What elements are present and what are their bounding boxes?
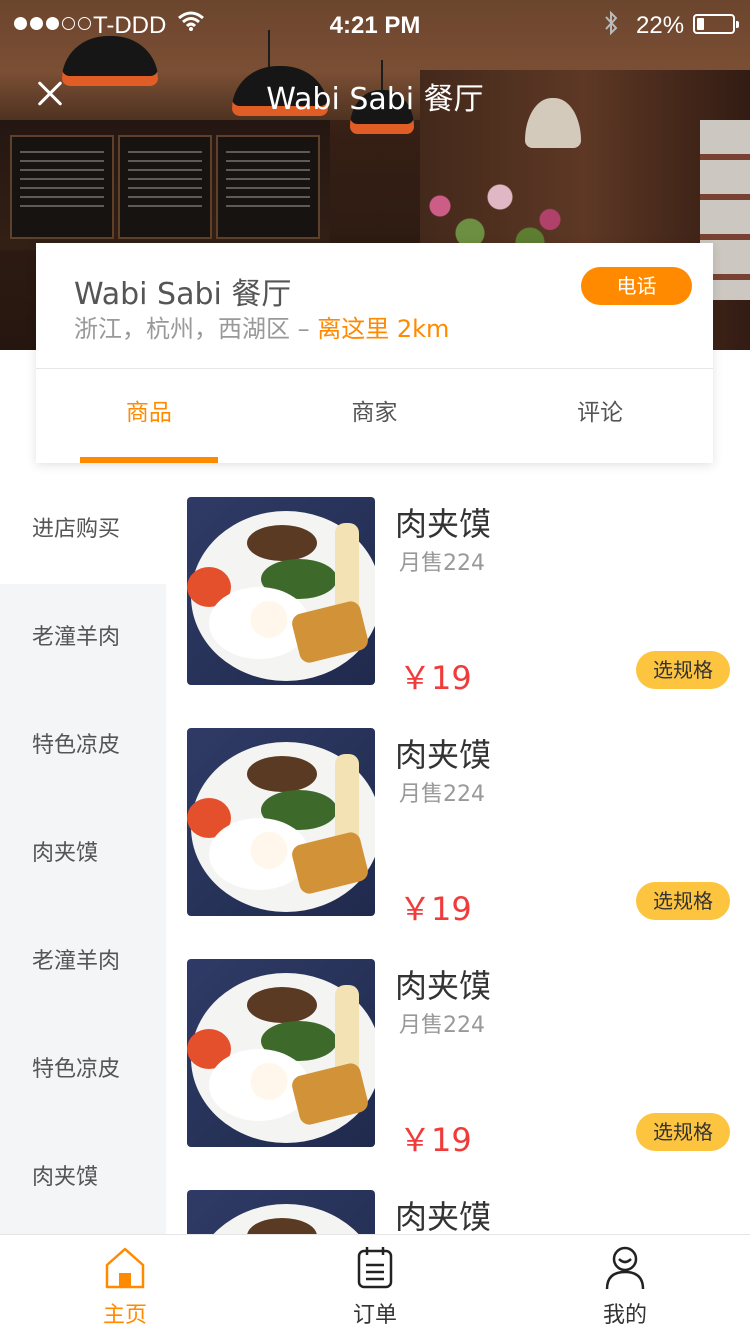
product-name: 肉夹馍 <box>395 967 492 1005</box>
select-spec-button[interactable]: 选规格 <box>636 882 730 920</box>
list-item[interactable]: 肉夹馍 月售224 ￥19 选规格 <box>187 497 742 697</box>
product-sales: 月售224 <box>399 782 485 807</box>
bottom-tab-bar: 主页 订单 我的 <box>0 1234 750 1335</box>
tab-profile-label: 我的 <box>602 1303 647 1328</box>
sidebar-item[interactable]: 老潼羊肉 <box>0 908 166 1016</box>
sidebar-item[interactable]: 老潼羊肉 <box>0 584 166 692</box>
product-price: ￥19 <box>399 890 472 928</box>
select-spec-button[interactable]: 选规格 <box>636 1113 730 1151</box>
product-sales: 月售224 <box>399 551 485 576</box>
page-title: Wabi Sabi 餐厅 <box>266 82 484 117</box>
product-price: ￥19 <box>399 1121 472 1159</box>
sidebar-item[interactable]: 特色凉皮 <box>0 692 166 800</box>
sidebar-item[interactable]: 特色凉皮 <box>0 1016 166 1124</box>
tab-orders[interactable]: 订单 <box>250 1235 500 1335</box>
shop-tabs: 商品 商家 评论 <box>36 369 713 463</box>
product-name: 肉夹馍 <box>395 736 492 774</box>
bluetooth-icon <box>603 10 619 43</box>
home-icon <box>105 1247 145 1289</box>
product-name: 肉夹馍 <box>395 1198 492 1234</box>
phone-button[interactable]: 电话 <box>581 267 692 305</box>
product-price: ￥19 <box>399 659 472 697</box>
product-sales: 月售224 <box>399 1013 485 1038</box>
list-item[interactable]: 肉夹馍 月售224 ￥19 选规格 <box>187 728 742 928</box>
tab-profile[interactable]: 我的 <box>500 1235 750 1335</box>
select-spec-button[interactable]: 选规格 <box>636 651 730 689</box>
shop-address-text: 浙江，杭州，西湖区 – <box>74 315 318 343</box>
tab-merchant[interactable]: 商家 <box>262 369 488 463</box>
tab-products[interactable]: 商品 <box>36 369 262 463</box>
tab-reviews[interactable]: 评论 <box>487 369 713 463</box>
sidebar-item[interactable]: 肉夹馍 <box>0 1124 166 1232</box>
tab-home[interactable]: 主页 <box>0 1235 250 1335</box>
list-item[interactable]: 肉夹馍 月售224 ￥19 选规格 <box>187 959 742 1159</box>
battery-icon <box>693 14 739 34</box>
shop-distance: 离这里 2km <box>317 315 450 343</box>
list-item[interactable]: 肉夹馍 <box>187 1190 742 1234</box>
product-name: 肉夹馍 <box>395 505 492 543</box>
product-list: 肉夹馍 月售224 ￥19 选规格 肉夹馍 月售224 ￥19 选规格 肉夹馍 … <box>166 476 750 1234</box>
user-icon <box>605 1246 645 1290</box>
status-bar: T-DDD 4:21 PM 22% <box>0 0 750 50</box>
shop-info-card: Wabi Sabi 餐厅 浙江，杭州，西湖区 – 离这里 2km 电话 商品 商… <box>36 243 713 463</box>
battery-percentage: 22% <box>636 12 685 39</box>
order-icon <box>357 1247 393 1289</box>
product-image <box>187 497 375 685</box>
product-image <box>187 959 375 1147</box>
tab-home-label: 主页 <box>102 1303 147 1328</box>
category-sidebar: 进店购买 老潼羊肉 特色凉皮 肉夹馍 老潼羊肉 特色凉皮 肉夹馍 <box>0 476 166 1234</box>
sidebar-item[interactable]: 进店购买 <box>0 476 166 584</box>
sidebar-item[interactable]: 肉夹馍 <box>0 800 166 908</box>
shop-name: Wabi Sabi 餐厅 <box>74 277 292 312</box>
tab-orders-label: 订单 <box>352 1303 397 1328</box>
shop-address: 浙江，杭州，西湖区 – 离这里 2km <box>74 309 449 344</box>
product-image <box>187 728 375 916</box>
product-image <box>187 1190 375 1234</box>
